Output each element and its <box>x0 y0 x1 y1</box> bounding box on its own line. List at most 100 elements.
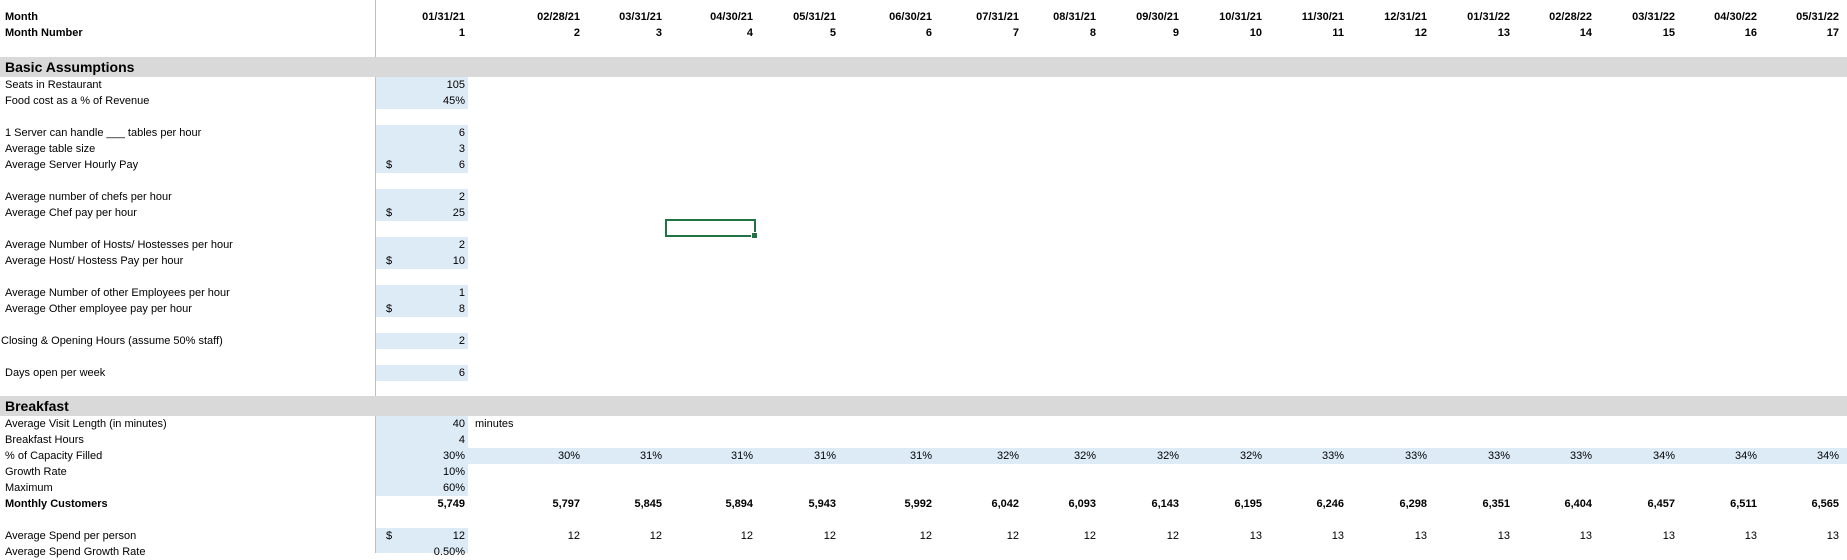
capacity-cell[interactable]: 34% <box>1595 448 1675 464</box>
capacity-label: % of Capacity Filled <box>5 450 103 462</box>
customers-cell[interactable]: 5,943 <box>756 496 836 512</box>
spend-cell[interactable]: 12 <box>1099 528 1179 544</box>
visit-length-value[interactable]: 40 <box>385 416 465 432</box>
chefs-value[interactable]: 2 <box>385 189 465 205</box>
chefs-label: Average number of chefs per hour <box>5 191 172 203</box>
seats-value[interactable]: 105 <box>385 77 465 93</box>
growth-rate-label: Growth Rate <box>5 466 67 478</box>
chef-pay-label: Average Chef pay per hour <box>5 207 137 219</box>
customers-cell[interactable]: 5,992 <box>852 496 932 512</box>
customers-cell[interactable]: 5,845 <box>582 496 662 512</box>
spend-cell[interactable]: 13 <box>1512 528 1592 544</box>
spend-cell[interactable]: 13 <box>1347 528 1427 544</box>
monthly-customers-label: Monthly Customers <box>5 498 108 510</box>
capacity-cell[interactable]: 33% <box>1430 448 1510 464</box>
table-size-label: Average table size <box>5 143 96 155</box>
month-number-cell: 15 <box>1662 27 1675 39</box>
capacity-cell[interactable]: 32% <box>1016 448 1096 464</box>
hosts-value[interactable]: 2 <box>385 237 465 253</box>
month-header-cell: 05/31/21 <box>793 11 836 23</box>
capacity-cell[interactable]: 31% <box>673 448 753 464</box>
growth-rate-value[interactable]: 10% <box>385 464 465 480</box>
customers-cell[interactable]: 6,565 <box>1759 496 1839 512</box>
customers-cell[interactable]: 6,298 <box>1347 496 1427 512</box>
other-pay-label: Average Other employee pay per hour <box>5 303 192 315</box>
capacity-cell[interactable]: 34% <box>1677 448 1757 464</box>
spend-cell[interactable]: 12 <box>673 528 753 544</box>
host-pay-value[interactable]: 10 <box>385 253 465 269</box>
month-number-cell: 1 <box>458 27 465 39</box>
capacity-cell[interactable]: 33% <box>1512 448 1592 464</box>
breakfast-hours-value[interactable]: 4 <box>385 432 465 448</box>
other-employees-label: Average Number of other Employees per ho… <box>5 287 230 299</box>
chef-pay-value[interactable]: 25 <box>385 205 465 221</box>
maximum-value[interactable]: 60% <box>385 480 465 496</box>
customers-cell[interactable]: 6,143 <box>1099 496 1179 512</box>
spend-cell[interactable]: 12 <box>500 528 580 544</box>
capacity-cell[interactable]: 33% <box>1264 448 1344 464</box>
capacity-cell[interactable]: 30% <box>500 448 580 464</box>
closing-hours-value[interactable]: 2 <box>385 333 465 349</box>
spend-cell[interactable]: 12 <box>582 528 662 544</box>
spend-cell[interactable]: 13 <box>1759 528 1839 544</box>
customers-cell[interactable]: 6,511 <box>1677 496 1757 512</box>
capacity-cell[interactable]: 34% <box>1759 448 1839 464</box>
capacity-cell[interactable]: 31% <box>756 448 836 464</box>
month-header-cell: 02/28/22 <box>1549 11 1592 23</box>
capacity-cell[interactable]: 32% <box>1182 448 1262 464</box>
customers-cell[interactable]: 6,093 <box>1016 496 1096 512</box>
customers-cell[interactable]: 6,195 <box>1182 496 1262 512</box>
month-header-cell: 08/31/21 <box>1053 11 1096 23</box>
host-pay-label: Average Host/ Hostess Pay per hour <box>5 255 184 267</box>
customers-cell[interactable]: 6,457 <box>1595 496 1675 512</box>
server-tables-value[interactable]: 6 <box>385 125 465 141</box>
month-number-cell: 10 <box>1249 27 1262 39</box>
spend-cell[interactable]: 12 <box>756 528 836 544</box>
month-header-cell: 03/31/22 <box>1632 11 1675 23</box>
spend-cell[interactable]: 12 <box>1016 528 1096 544</box>
capacity-cell[interactable]: 32% <box>939 448 1019 464</box>
capacity-cell[interactable]: 33% <box>1347 448 1427 464</box>
month-number-cell: 14 <box>1579 27 1592 39</box>
food-cost-value[interactable]: 45% <box>385 93 465 109</box>
other-employees-value[interactable]: 1 <box>385 285 465 301</box>
month-number-cell: 4 <box>746 27 753 39</box>
month-header-cell: 06/30/21 <box>889 11 932 23</box>
month-number-label: Month Number <box>5 27 83 39</box>
selected-cell[interactable] <box>665 219 758 239</box>
capacity-cell[interactable]: 31% <box>582 448 662 464</box>
spend-cell[interactable]: 12 <box>852 528 932 544</box>
spend-cell[interactable]: 13 <box>1677 528 1757 544</box>
month-number-cell: 13 <box>1497 27 1510 39</box>
customers-cell[interactable]: 6,246 <box>1264 496 1344 512</box>
spend-growth-value[interactable]: 0.50% <box>385 544 465 560</box>
month-header-cell: 09/30/21 <box>1136 11 1179 23</box>
spend-cell[interactable]: 13 <box>1430 528 1510 544</box>
month-header-cell: 07/31/21 <box>976 11 1019 23</box>
food-cost-label: Food cost as a % of Revenue <box>5 95 150 107</box>
customers-cell[interactable]: 5,797 <box>500 496 580 512</box>
spend-cell[interactable]: 12 <box>939 528 1019 544</box>
customers-cell[interactable]: 6,042 <box>939 496 1019 512</box>
fill-handle[interactable] <box>751 232 758 239</box>
days-open-value[interactable]: 6 <box>385 365 465 381</box>
capacity-cell[interactable]: 30% <box>385 448 465 464</box>
spend-cell[interactable]: 13 <box>1182 528 1262 544</box>
other-pay-value[interactable]: 8 <box>385 301 465 317</box>
spend-cell[interactable]: 12 <box>385 528 465 544</box>
capacity-cell[interactable]: 31% <box>852 448 932 464</box>
spend-cell[interactable]: 13 <box>1264 528 1344 544</box>
customers-cell[interactable]: 6,351 <box>1430 496 1510 512</box>
visit-length-label: Average Visit Length (in minutes) <box>5 418 167 430</box>
month-number-cell: 11 <box>1332 27 1344 39</box>
customers-cell[interactable]: 6,404 <box>1512 496 1592 512</box>
spend-cell[interactable]: 13 <box>1595 528 1675 544</box>
month-number-cell: 2 <box>573 27 580 39</box>
customers-cell[interactable]: 5,749 <box>385 496 465 512</box>
table-size-value[interactable]: 3 <box>385 141 465 157</box>
server-pay-value[interactable]: 6 <box>385 157 465 173</box>
server-tables-label: 1 Server can handle ___ tables per hour <box>5 127 202 139</box>
customers-cell[interactable]: 5,894 <box>673 496 753 512</box>
hosts-label: Average Number of Hosts/ Hostesses per h… <box>5 239 233 251</box>
capacity-cell[interactable]: 32% <box>1099 448 1179 464</box>
